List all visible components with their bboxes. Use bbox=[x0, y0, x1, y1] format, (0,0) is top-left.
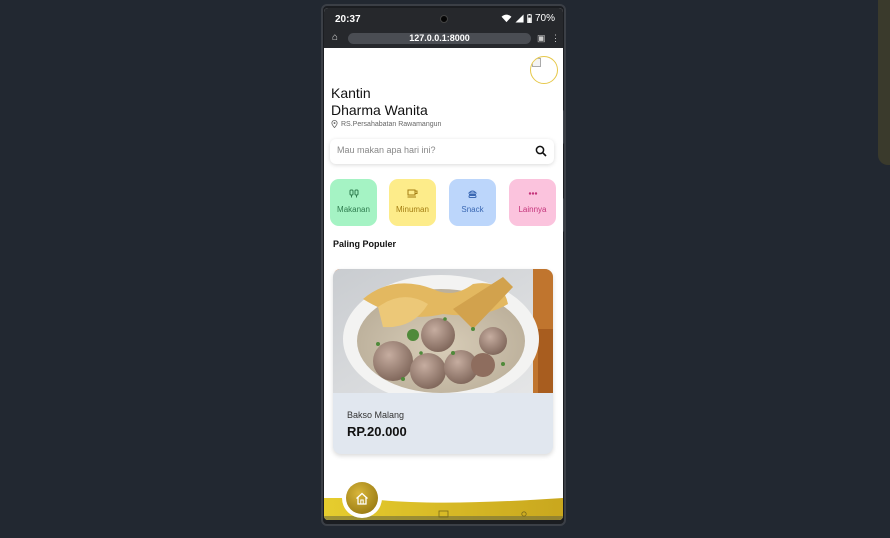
location-pin-icon bbox=[331, 120, 338, 128]
category-label: Makanan bbox=[337, 205, 370, 214]
signal-icon bbox=[515, 14, 524, 23]
browser-menu-icon[interactable]: ⋮ bbox=[551, 33, 560, 44]
category-label: Minuman bbox=[396, 205, 429, 214]
battery-percent: 70% bbox=[534, 13, 555, 24]
broken-image-icon bbox=[532, 58, 541, 67]
home-button[interactable] bbox=[342, 478, 382, 518]
avatar[interactable] bbox=[530, 56, 558, 84]
battery-icon bbox=[527, 14, 532, 23]
category-makanan[interactable]: Makanan bbox=[330, 179, 377, 226]
food-name: Bakso Malang bbox=[347, 410, 405, 420]
canteen-title-line1: Kantin bbox=[331, 85, 371, 101]
canteen-title-line2: Dharma Wanita bbox=[331, 102, 428, 118]
cup-icon bbox=[389, 189, 436, 198]
location-text: RS.Persahabatan Rawamangun bbox=[341, 120, 442, 128]
browser-home-icon[interactable]: ⌂ bbox=[332, 32, 338, 43]
status-indicators: 70% bbox=[501, 13, 555, 24]
more-dots-icon bbox=[509, 189, 556, 198]
search-icon[interactable] bbox=[535, 145, 547, 157]
burger-icon bbox=[449, 189, 496, 198]
category-label: Lainnya bbox=[518, 205, 547, 214]
search-input[interactable] bbox=[337, 145, 527, 155]
status-time: 20:37 bbox=[335, 14, 361, 25]
food-card[interactable]: Bakso Malang RP.20.000 bbox=[333, 269, 553, 454]
url-field[interactable]: 127.0.0.1:8000 bbox=[348, 33, 531, 44]
background-window-edge bbox=[878, 0, 890, 165]
tab-switcher-icon[interactable]: ▣ bbox=[537, 33, 546, 44]
bakso-food-photo bbox=[333, 269, 553, 393]
category-lainnya[interactable]: Lainnya bbox=[509, 179, 556, 226]
phone-side-button bbox=[563, 198, 566, 232]
search-bar bbox=[330, 139, 554, 164]
food-price: RP.20.000 bbox=[347, 424, 407, 439]
category-label: Snack bbox=[461, 205, 484, 214]
category-snack[interactable]: Snack bbox=[449, 179, 496, 226]
phone-screen: 20:37 70% ⌂ 127.0.0.1:8000 ▣ ⋮ Kantin Dh… bbox=[324, 8, 563, 520]
utensils-icon bbox=[330, 189, 377, 198]
status-bar: 20:37 70% bbox=[324, 8, 563, 30]
browser-url-bar: ⌂ 127.0.0.1:8000 ▣ ⋮ bbox=[324, 30, 563, 48]
wifi-icon bbox=[501, 14, 512, 23]
home-icon bbox=[356, 492, 368, 505]
section-title: Paling Populer bbox=[333, 239, 397, 249]
phone-side-button bbox=[563, 110, 566, 144]
camera-icon bbox=[440, 15, 448, 23]
category-minuman[interactable]: Minuman bbox=[389, 179, 436, 226]
location: RS.Persahabatan Rawamangun bbox=[331, 120, 441, 128]
